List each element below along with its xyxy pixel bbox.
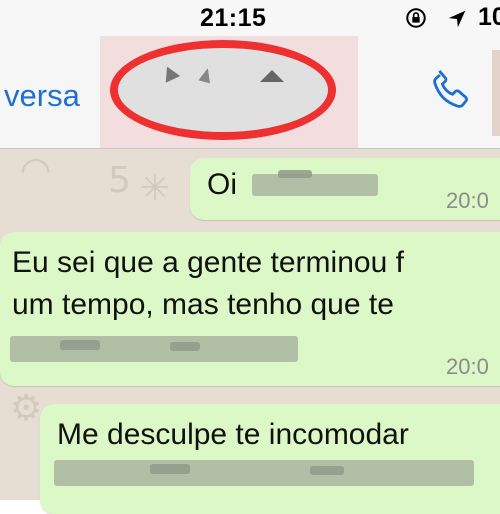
contact-name-redacted[interactable]: [100, 36, 358, 148]
redacted-text: [60, 340, 100, 350]
location-arrow-icon: [448, 10, 466, 28]
wallpaper-doodle: ◠: [20, 150, 52, 191]
battery-text: 10: [478, 3, 500, 31]
avatar[interactable]: [492, 50, 500, 136]
redaction-mark: [260, 70, 284, 82]
chat-header: versa: [0, 36, 500, 149]
message-time: 20:0: [446, 188, 489, 213]
message-time: 20:0: [446, 354, 489, 379]
wallpaper-doodle: 5: [108, 160, 131, 201]
back-button[interactable]: versa: [4, 78, 80, 114]
redacted-text: [252, 174, 378, 196]
message-text: Eu sei que a gente terminou f: [12, 246, 404, 279]
status-bar: 21:15 10: [0, 0, 500, 36]
message-bubble[interactable]: Me desculpe te incomodar: [40, 404, 500, 514]
message-text: um tempo, mas tenho que te: [12, 288, 394, 321]
rotation-lock-icon: [406, 8, 426, 28]
message-bubble[interactable]: Oi 20:0: [190, 158, 500, 220]
redacted-text: [150, 464, 190, 474]
redacted-text: [278, 170, 312, 178]
phone-icon[interactable]: [425, 64, 477, 116]
status-time: 21:15: [200, 4, 267, 32]
wallpaper-doodle: ⚙: [10, 388, 43, 429]
wallpaper-doodle: ✳: [140, 168, 171, 209]
message-text: Oi: [207, 168, 237, 201]
redacted-text: [310, 466, 344, 475]
redacted-text: [10, 336, 298, 362]
redacted-text: [170, 342, 200, 351]
redaction-oval: [110, 40, 336, 140]
redacted-text: [54, 460, 474, 486]
message-bubble[interactable]: Eu sei que a gente terminou f um tempo, …: [0, 232, 500, 386]
message-text: Me desculpe te incomodar: [57, 418, 409, 451]
